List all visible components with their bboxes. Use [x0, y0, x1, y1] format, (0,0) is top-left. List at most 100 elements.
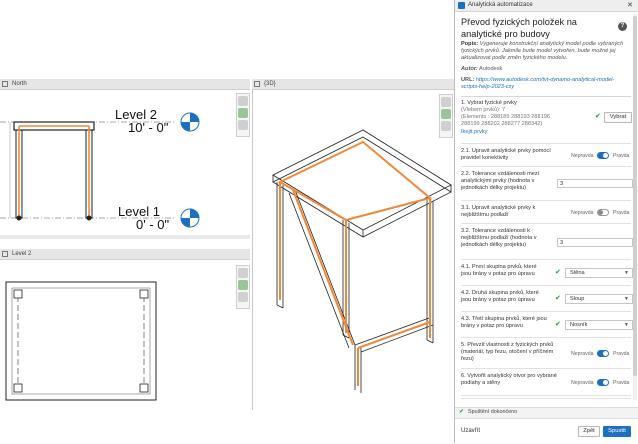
success-check-icon: ✔ [555, 321, 561, 328]
step1-title: 1. Vybrat fyzické prvky [461, 100, 517, 106]
pan-icon[interactable] [238, 292, 248, 302]
status-text: Spuštění dokončeno [468, 409, 518, 415]
step-group-2: 4.2. Druhá skupina prvků, které jsou brá… [461, 287, 633, 312]
chevron-down-icon: ▼ [624, 270, 629, 276]
step-label: 3.2. Tolerance vzdálenosti k nejbližšímu… [461, 228, 537, 248]
level-tolerance-input[interactable]: 3 [557, 238, 633, 247]
group-2-dropdown[interactable]: Sloup ▼ [565, 294, 633, 304]
author-label: Autor: [461, 66, 478, 72]
success-check-icon: ✔ [459, 409, 465, 415]
viewcube-icon[interactable] [441, 97, 451, 107]
toggle-off-label: Nepravda [571, 210, 594, 216]
3d-view-tab[interactable]: {3D} [252, 79, 454, 90]
author: Autor: Autodesk [461, 66, 502, 72]
step1-link[interactable]: Ikejit prvky [461, 129, 487, 136]
properties-toggle[interactable] [597, 350, 609, 357]
toggle-off-label: Nepravda [571, 351, 594, 357]
analytical-automation-panel: Analytická automatizace ✕ Převod fyzický… [454, 0, 638, 444]
chevron-down-icon: ▼ [624, 322, 629, 328]
dropdown-value: Nosník [570, 322, 588, 328]
steering-wheel-icon[interactable] [238, 96, 248, 106]
step-nearest-level: 3.1. Upravit analytické prvky k nejbližš… [461, 202, 631, 224]
success-check-icon: ✔ [555, 295, 561, 302]
chevron-down-icon: ▼ [624, 296, 629, 302]
step-label: 6. Vytvořit analytický otvor pro vybrané… [461, 373, 557, 386]
help-icon[interactable]: ? [618, 22, 627, 31]
navigation-bar[interactable] [236, 265, 250, 309]
success-check-icon: ✔ [595, 113, 601, 120]
plan-view-title: Level 2 [12, 251, 32, 257]
author-value: Autodesk [479, 66, 503, 72]
3d-view-title: {3D} [264, 81, 276, 87]
divider [461, 96, 631, 97]
back-button[interactable]: Zpět [578, 426, 600, 437]
panel-scrollbar[interactable] [633, 14, 637, 400]
zoom-icon[interactable] [238, 280, 248, 290]
panel-heading: Převod fyzických položek na analytické p… [461, 17, 577, 39]
level2-head-icon[interactable] [180, 112, 200, 132]
step1-count: (Vlebem prvků): 7 [461, 107, 506, 113]
pan-icon[interactable] [441, 121, 451, 131]
footer: Uzavřít Zpět Spustit [455, 418, 638, 444]
step-connectivity: 2.1. Upravit analytické prvky pomocí pra… [461, 145, 631, 167]
navigation-bar[interactable] [439, 94, 453, 138]
step-label: 3.1. Upravit analytické prvky k nejbližš… [461, 205, 536, 218]
url-link[interactable]: https://www.autodesk.com/tvt-dynamo-anal… [461, 77, 614, 90]
step-properties: 5. Převzít vlastnosti z fyzických prvků … [461, 339, 631, 369]
navigation-bar[interactable] [236, 93, 250, 137]
connectivity-toggle[interactable] [597, 152, 609, 159]
3d-view[interactable] [252, 90, 455, 410]
run-button[interactable]: Spustit [603, 426, 631, 437]
step-tolerance-elements: 2.2. Tolerance vzdálenosti mezi analytic… [461, 168, 633, 201]
level2-elevation: 10' - 0" [128, 120, 169, 135]
zoom-icon[interactable] [238, 108, 248, 118]
description: Popis: Vygeneruje konstrukční analytický… [461, 41, 631, 62]
close-icon[interactable]: ✕ [627, 0, 633, 11]
step-label: 4.2. Druhá skupina prvků, které jsou brá… [461, 290, 539, 303]
success-check-icon: ✔ [555, 269, 561, 276]
cube-icon [254, 81, 260, 87]
close-link[interactable]: Uzavřít [461, 428, 480, 434]
select-button[interactable]: Vybrat [604, 112, 632, 123]
step-label: 2.1. Upravit analytické prvky pomocí pra… [461, 148, 551, 161]
step-label: 2.2. Tolerance vzdálenosti mezi analytic… [461, 171, 539, 191]
step-group-1: 4.1. První skupina prvků, které jsou brá… [461, 261, 633, 286]
plan-view-tab[interactable]: Level 2 [0, 249, 250, 260]
elevation-view[interactable]: Level 2 10' - 0" Level 1 0' - 0" [0, 90, 250, 240]
steering-wheel-icon[interactable] [238, 268, 248, 278]
toggle-off-label: Nepravda [571, 153, 594, 159]
toggle-off-label: Nepravda [571, 380, 594, 386]
step1-elements: (Elements : 288189 288193 288196 288199 … [461, 114, 550, 127]
plan-view[interactable] [0, 260, 250, 410]
url: URL: https://www.autodesk.com/tvt-dynamo… [461, 77, 631, 91]
zoom-icon[interactable] [441, 109, 451, 119]
toggle-on-label: Pravda [613, 351, 630, 357]
plan-drawing [5, 281, 157, 401]
partial-next-row [461, 398, 631, 403]
level1-elevation: 0' - 0" [136, 217, 170, 232]
description-label: Popis: [461, 41, 479, 47]
step-group-3: 4.3. Třetí skupina prvků, které jsou brá… [461, 313, 633, 338]
elevation-view-title: North [12, 81, 27, 87]
openings-toggle[interactable] [597, 379, 609, 386]
step-tolerance-level: 3.2. Tolerance vzdálenosti k nejbližšímu… [461, 225, 633, 260]
elevation-scrollbar[interactable] [0, 235, 250, 239]
toggle-on-label: Pravda [613, 210, 630, 216]
tolerance-input[interactable]: 3 [557, 179, 633, 188]
step-select-elements: 1. Vybrat fyzické prvky (Vlebem prvků): … [461, 99, 632, 144]
toggle-on-label: Pravda [613, 153, 630, 159]
view-icon [2, 81, 8, 87]
nearest-level-toggle[interactable] [597, 209, 609, 216]
panel-titlebar[interactable]: Analytická automatizace ✕ [455, 0, 638, 12]
3d-model-drawing [272, 129, 452, 393]
level1-head-icon[interactable] [180, 208, 200, 228]
status-bar: ✔ Spuštění dokončeno [455, 407, 638, 418]
group-1-dropdown[interactable]: Stěna ▼ [565, 268, 633, 278]
group-3-dropdown[interactable]: Nosník ▼ [565, 320, 633, 330]
toggle-on-label: Pravda [613, 380, 630, 386]
dropdown-value: Stěna [570, 270, 585, 276]
pan-icon[interactable] [238, 120, 248, 130]
elevation-view-tab[interactable]: North [0, 79, 250, 90]
step-label: 5. Převzít vlastnosti z fyzických prvků … [461, 342, 554, 362]
dropdown-value: Sloup [570, 296, 585, 302]
